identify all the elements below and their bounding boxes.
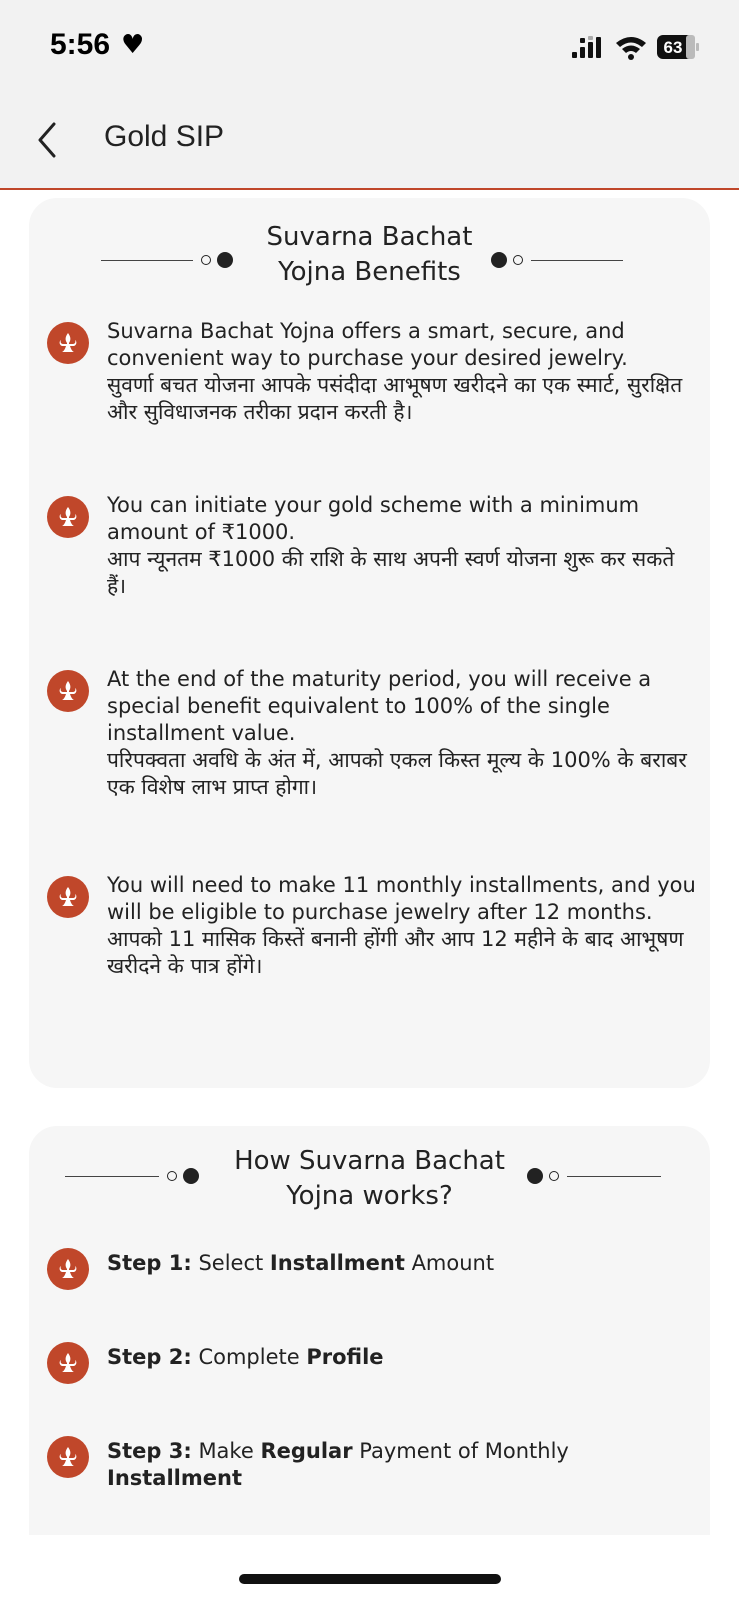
step-part-bold: Profile [306,1345,384,1369]
step-label: Step 2: [107,1345,192,1369]
battery-level: 63 [664,38,683,57]
benefits-title-line2: Yojna Benefits [278,257,461,287]
step-part-bold: Regular [260,1439,353,1463]
step-label: Step 1: [107,1251,192,1275]
status-bar: 5:56 ♥ 63 [0,0,739,96]
benefits-title-line1: Suvarna Bachat [266,222,473,252]
ornament-dot-small-right [549,1171,559,1181]
ornament-line-right [567,1176,661,1177]
ornament-dot-big-right [527,1168,543,1184]
battery-icon: 63 [657,35,699,59]
step-part-bold: Installment [269,1251,405,1275]
step-part: Make [191,1439,261,1463]
step-text: Step 1: Select Installment Amount [107,1250,697,1277]
benefit-text-hi: परिपक्वता अवधि के अंत में, आपको एकल किस्… [107,748,687,799]
step-text: Step 2: Complete Profile [107,1344,697,1371]
page-title: Gold SIP [104,120,225,153]
step-part: Payment of Monthly [352,1439,569,1463]
status-time: 5:56 [50,28,111,61]
fleur-de-lis-icon [47,1436,89,1478]
benefit-text-hi: सुवर्णा बचत योजना आपके पसंदीदा आभूषण खरी… [107,373,683,424]
benefit-text: You will need to make 11 monthly install… [107,872,697,980]
benefit-text-en: You will need to make 11 monthly install… [107,873,696,924]
benefit-text: Suvarna Bachat Yojna offers a smart, sec… [107,318,697,426]
benefit-text: You can initiate your gold scheme with a… [107,492,697,600]
benefit-text-en: You can initiate your gold scheme with a… [107,493,640,544]
step-part: Complete [191,1345,307,1369]
step-part: Select [191,1251,270,1275]
ornament-line-left [101,260,193,261]
ornament-dot-small-right [513,255,523,265]
fleur-de-lis-icon [47,1342,89,1384]
benefits-header: Suvarna Bachat Yojna Benefits [29,220,710,292]
fleur-de-lis-icon [47,322,89,364]
signal-icon [572,36,601,58]
step-part-bold: Installment [107,1466,242,1490]
benefit-text-hi: आपको 11 मासिक किस्तें बनानी होंगी और आप … [107,927,684,978]
home-indicator[interactable] [239,1574,501,1584]
benefit-text-en: At the end of the maturity period, you w… [107,667,652,745]
ornament-dot-big-right [491,252,507,268]
benefit-text-hi: आप न्यूनतम ₹1000 की राशि के साथ अपनी स्व… [107,547,675,598]
chevron-left-icon [38,122,56,158]
fleur-de-lis-icon [47,876,89,918]
ornament-dot-big-left [183,1168,199,1184]
ornament-dot-big-left [217,252,233,268]
how-it-works-title-line2: Yojna works? [286,1181,453,1211]
how-it-works-header: How Suvarna Bachat Yojna works? [29,1144,710,1216]
step-part: Amount [404,1251,495,1275]
how-it-works-card: How Suvarna Bachat Yojna works? Step 1: … [29,1126,710,1535]
ornament-line-left [65,1176,159,1177]
heart-icon: ♥ [121,30,145,60]
content-scroll[interactable]: Suvarna Bachat Yojna Benefits Suvarna Ba… [0,190,739,1535]
nav-bar: Gold SIP [0,96,739,190]
fleur-de-lis-icon [47,496,89,538]
fleur-de-lis-icon [47,1248,89,1290]
fleur-de-lis-icon [47,670,89,712]
benefit-text: At the end of the maturity period, you w… [107,666,697,801]
back-button[interactable] [28,116,68,164]
step-label: Step 3: [107,1439,192,1463]
how-it-works-title-line1: How Suvarna Bachat [234,1146,505,1176]
step-text: Step 3: Make Regular Payment of Monthly … [107,1438,697,1492]
ornament-dot-small-left [201,255,211,265]
benefit-text-en: Suvarna Bachat Yojna offers a smart, sec… [107,319,628,370]
benefits-title: Suvarna Bachat Yojna Benefits [267,220,473,290]
ornament-dot-small-left [167,1171,177,1181]
wifi-icon [616,37,646,60]
bottom-safe-area [0,1535,739,1600]
how-it-works-title: How Suvarna Bachat Yojna works? [234,1144,505,1214]
ornament-line-right [531,260,623,261]
benefits-card: Suvarna Bachat Yojna Benefits Suvarna Ba… [29,198,710,1088]
